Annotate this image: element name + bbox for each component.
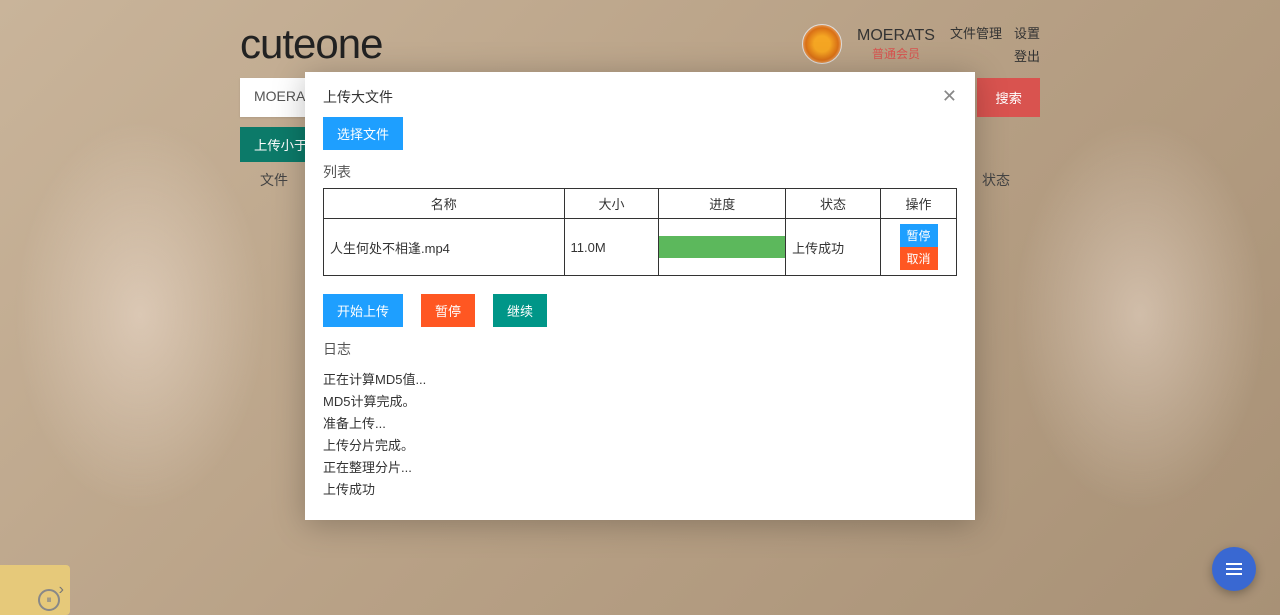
cell-actions: 暂停 取消 [881, 219, 957, 276]
modal-overlay: 上传大文件 ✕ 选择文件 列表 名称 大小 进度 状态 操作 [0, 0, 1280, 615]
resume-button[interactable]: 继续 [493, 294, 547, 327]
th-name: 名称 [324, 189, 565, 219]
log-line: 上传分片完成。 [323, 435, 957, 457]
row-pause-button[interactable]: 暂停 [900, 224, 938, 247]
music-pause-icon[interactable]: ⏸ [38, 589, 60, 611]
th-status: 状态 [786, 189, 881, 219]
log-line: MD5计算完成。 [323, 391, 957, 413]
cell-status: 上传成功 [786, 219, 881, 276]
cell-progress [659, 219, 786, 276]
log-heading: 日志 [323, 339, 957, 359]
pause-button[interactable]: 暂停 [421, 294, 475, 327]
modal-title: 上传大文件 [323, 87, 393, 107]
menu-icon [1226, 563, 1242, 575]
log-line: 准备上传... [323, 413, 957, 435]
log-line: 正在整理分片... [323, 457, 957, 479]
fab-menu-button[interactable] [1212, 547, 1256, 591]
cell-size: 11.0M [564, 219, 659, 276]
row-cancel-button[interactable]: 取消 [900, 247, 938, 270]
close-icon[interactable]: ✕ [942, 86, 957, 107]
list-heading: 列表 [323, 162, 957, 182]
start-upload-button[interactable]: 开始上传 [323, 294, 403, 327]
th-action: 操作 [881, 189, 957, 219]
table-row: 人生何处不相逢.mp4 11.0M 上传成功 暂停 取消 [324, 219, 957, 276]
progress-bar [659, 236, 785, 258]
log-box: 正在计算MD5值... MD5计算完成。 准备上传... 上传分片完成。 正在整… [323, 369, 957, 502]
log-line: 上传成功 [323, 479, 957, 501]
cell-name: 人生何处不相逢.mp4 [324, 219, 565, 276]
log-line: 正在计算MD5值... [323, 369, 957, 391]
th-progress: 进度 [659, 189, 786, 219]
select-file-button[interactable]: 选择文件 [323, 117, 403, 150]
music-player-chip[interactable]: › [0, 565, 70, 615]
th-size: 大小 [564, 189, 659, 219]
file-table: 名称 大小 进度 状态 操作 人生何处不相逢.mp4 11.0M 上传 [323, 188, 957, 276]
upload-modal: 上传大文件 ✕ 选择文件 列表 名称 大小 进度 状态 操作 [305, 72, 975, 520]
